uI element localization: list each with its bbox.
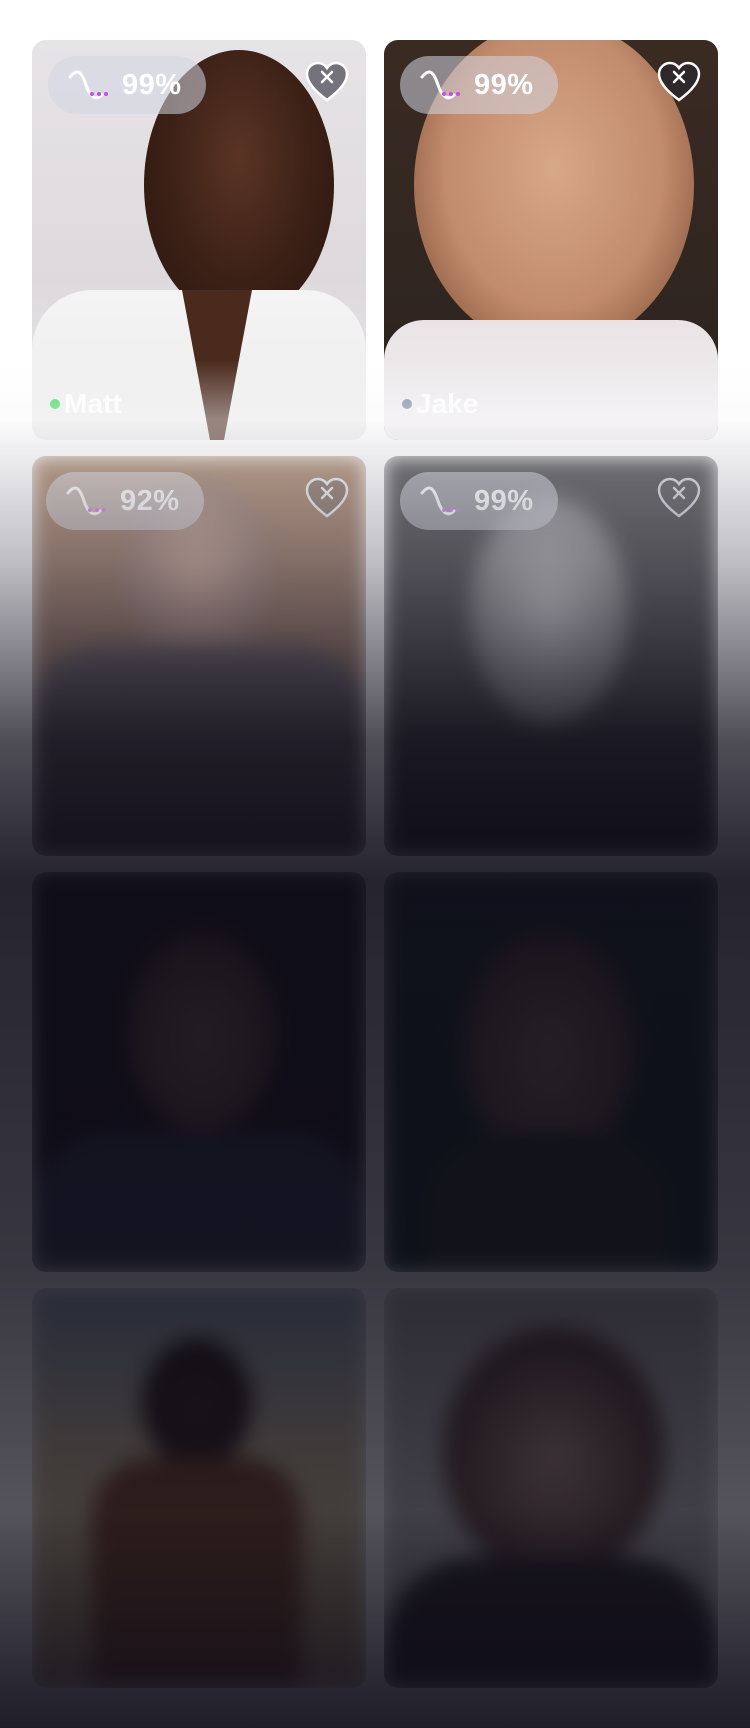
- wave-match-icon: [66, 486, 106, 516]
- wave-match-icon: [68, 70, 108, 100]
- profile-photo: [32, 872, 366, 1272]
- match-badge: 99%: [48, 56, 206, 114]
- profile-card[interactable]: 99% Jake: [384, 40, 718, 440]
- wave-match-icon: [420, 486, 460, 516]
- heart-x-icon[interactable]: [304, 476, 350, 522]
- profile-name: Jake: [416, 388, 479, 419]
- match-percent: 99%: [474, 484, 534, 517]
- match-percent: 92%: [120, 484, 180, 517]
- online-status-dot: [50, 399, 60, 409]
- match-percent: 99%: [122, 68, 182, 101]
- match-percent: 99%: [474, 68, 534, 101]
- profile-photo: [384, 1288, 718, 1688]
- profile-card[interactable]: [32, 1288, 366, 1688]
- profile-photo: [384, 872, 718, 1272]
- profile-grid: 99% Matt 99% Jake 92% 99%: [0, 0, 750, 1728]
- profile-card[interactable]: 99%: [384, 456, 718, 856]
- profile-name: Matt: [64, 388, 122, 419]
- profile-card[interactable]: [32, 872, 366, 1272]
- name-row: Matt: [50, 388, 122, 420]
- match-badge: 99%: [400, 472, 558, 530]
- profile-card[interactable]: 92%: [32, 456, 366, 856]
- name-row: Jake: [402, 388, 478, 420]
- heart-x-icon[interactable]: [656, 60, 702, 106]
- profile-photo: [32, 1288, 366, 1688]
- offline-status-dot: [402, 399, 412, 409]
- wave-match-icon: [420, 70, 460, 100]
- profile-card[interactable]: 99% Matt: [32, 40, 366, 440]
- match-badge: 99%: [400, 56, 558, 114]
- profile-card[interactable]: [384, 872, 718, 1272]
- heart-x-icon[interactable]: [304, 60, 350, 106]
- profile-card[interactable]: [384, 1288, 718, 1688]
- heart-x-icon[interactable]: [656, 476, 702, 522]
- match-badge: 92%: [46, 472, 204, 530]
